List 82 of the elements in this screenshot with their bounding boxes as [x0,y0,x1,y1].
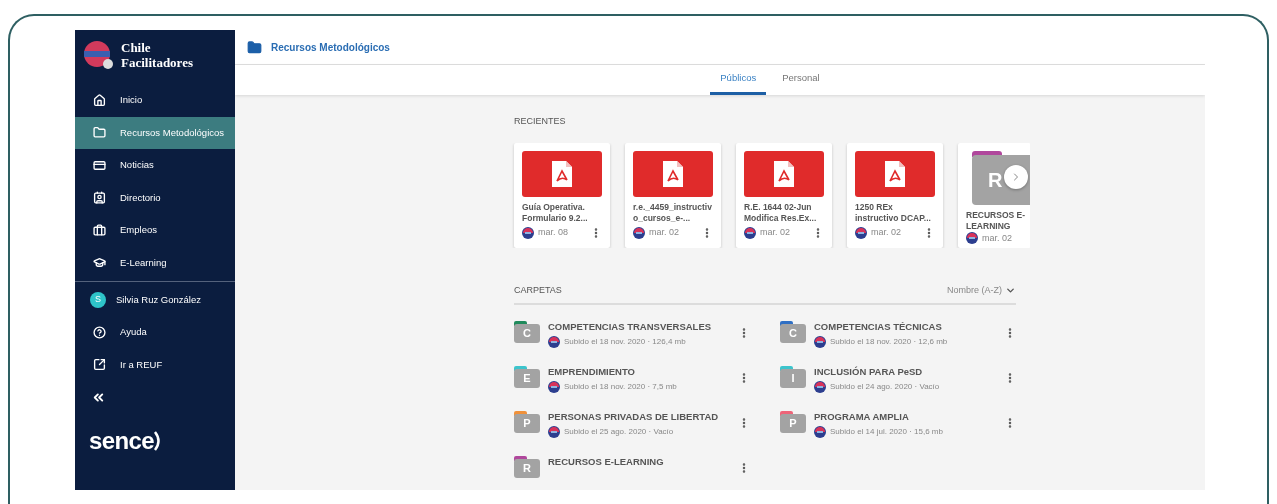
folder-meta: Subido el 18 nov. 2020 · 7,5 mb [564,381,677,393]
logo-icon [83,40,113,70]
avatar-icon [522,226,534,239]
file-card[interactable]: R.E. 1644 02-Jun Modifica Res.Ex... mar. 02 [736,142,832,248]
section-heading: RECIENTES [513,115,567,128]
user-avatar: S [90,292,106,308]
folder-row[interactable]: I INCLUSIÓN PARA PeSD Subido el 24 ago. 2020 · Vacío [780,366,1016,393]
file-card[interactable]: 1250 REx instructivo DCAP... mar. 02 [847,142,943,248]
folder-name: COMPETENCIAS TRANSVERSALES [548,321,713,333]
avatar-icon [633,226,645,239]
file-date: mar. 02 [871,226,901,239]
help-icon [93,325,106,339]
folder-meta: Subido el 18 nov. 2020 · 12,6 mb [830,336,948,348]
avatar-icon [814,381,826,393]
tab[interactable]: Públicos [710,65,767,95]
file-date: mar. 02 [982,231,1012,245]
file-date: mar. 02 [649,226,679,239]
file-title: Guía Operativa. Formulario 9.2... [522,201,589,224]
file-card[interactable]: r.e._4459_instructivo_cursos_e-... mar. 02 [625,142,721,248]
folder-meta: Subido el 18 nov. 2020 · 126,4 mb [564,336,686,348]
folder-meta: Subido el 14 jul. 2020 · 15,6 mb [830,426,943,438]
folder-name: EMPRENDIMIENTO [548,366,636,378]
external-link-icon [93,358,106,372]
file-date: mar. 02 [760,226,790,239]
card-icon [93,158,106,172]
logo-text: Facilitadores [121,55,193,70]
sidebar-link[interactable]: Ayuda [75,316,235,349]
page-title: Recursos Metodológicos [271,40,390,55]
file-card[interactable]: Guía Operativa. Formulario 9.2... mar. 08 [514,142,610,248]
file-title: r.e._4459_instructivo_cursos_e-... [633,201,713,224]
sidebar-item[interactable]: Inicio [75,84,235,117]
section-heading: CARPETAS [514,283,562,297]
folder-icon [93,126,106,140]
folder-meta: Subido el 25 ago. 2020 · Vacío [564,426,674,438]
folder-icon: I [780,366,806,388]
file-title: RECURSOS E-LEARNING [966,209,1027,232]
sidebar-link[interactable]: Ir a REUF [75,348,235,381]
folder-row[interactable]: R RECURSOS E-LEARNING [514,456,750,478]
avatar-icon [814,426,826,438]
folder-icon: P [514,411,540,433]
graduation-cap-icon [93,256,106,270]
folder-icon [247,39,262,55]
avatar-icon [548,426,560,438]
file-title: R.E. 1644 02-Jun Modifica Res.Ex... [744,201,818,224]
folder-name: RECURSOS E-LEARNING [548,456,665,468]
sidebar-item[interactable]: Empleos [75,214,235,247]
file-card[interactable]: R RECURSOS E-LEARNING mar. 02 [958,142,1030,248]
sidebar-item[interactable]: E-Learning [75,246,235,279]
folder-row[interactable]: C COMPETENCIAS TÉCNICAS Subido el 18 nov. 2020 · 12,6 mb [780,321,1016,348]
folder-icon: P [780,411,806,433]
folder-icon: E [514,366,540,388]
avatar-icon [548,381,560,393]
user-item[interactable]: S Silvia Ruz González [75,284,235,316]
tab[interactable]: Personal [772,65,830,95]
folder-row[interactable]: C COMPETENCIAS TRANSVERSALES Subido el 18 nov. 2020 · 126,4 mb [514,321,750,348]
briefcase-icon [93,223,106,237]
folder-icon: R [514,456,540,478]
sidebar-item[interactable]: Recursos Metodológicos [75,116,235,149]
folder-row[interactable]: P PERSONAS PRIVADAS DE LIBERTAD Subido el 25 ago. 2020 · Vacío [514,411,750,438]
folder-meta: Subido el 24 ago. 2020 · Vacío [830,381,940,393]
avatar-icon [855,226,867,239]
avatar-icon [744,226,756,239]
folder-row[interactable]: E EMPRENDIMIENTO Subido el 18 nov. 2020 · 7,5 mb [514,366,750,393]
home-icon [93,93,106,107]
folder-name: PERSONAS PRIVADAS DE LIBERTAD [548,411,720,423]
file-date: mar. 08 [538,226,568,239]
file-title: 1250 REx instructivo DCAP... [855,201,932,224]
folder-icon: C [780,321,806,343]
sidebar-item[interactable]: Noticias [75,149,235,182]
contact-card-icon [93,191,106,205]
folder-name: COMPETENCIAS TÉCNICAS [814,321,943,333]
sidebar-item[interactable]: Directorio [75,181,235,214]
folder-name: PROGRAMA AMPLIA [814,411,910,423]
avatar-icon [814,336,826,348]
avatar-icon [548,336,560,348]
folder-icon: C [514,321,540,343]
brand-swirl-icon [154,430,163,452]
folder-name: INCLUSIÓN PARA PeSD [814,366,924,378]
folder-row[interactable]: P PROGRAMA AMPLIA Subido el 14 jul. 2020 · 15,6 mb [780,411,1016,438]
brand-logo: sence [89,426,155,456]
avatar-icon [966,232,978,245]
logo-text: Chile [121,40,152,55]
